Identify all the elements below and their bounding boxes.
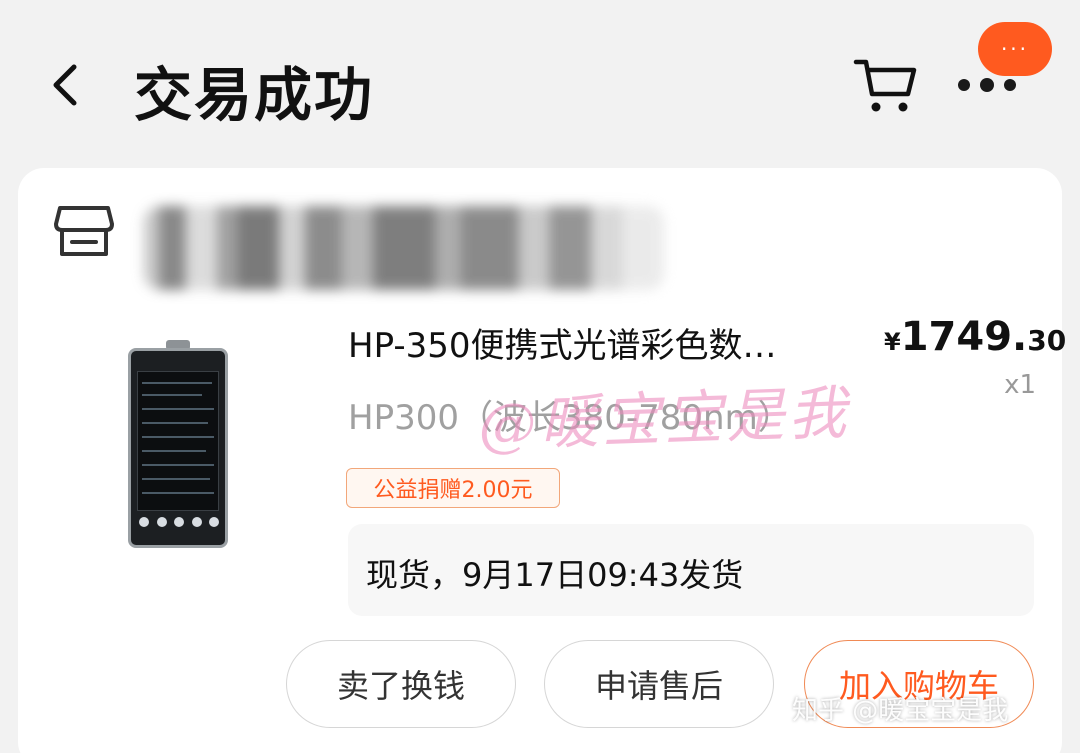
product-quantity: x1 (1004, 370, 1036, 400)
after-sale-button[interactable]: 申请售后 (544, 640, 774, 728)
product-price: ¥1749.30 (884, 314, 1067, 360)
shipping-note: 现货，9月17日09:43发货 (366, 556, 744, 594)
cart-icon (853, 59, 917, 112)
sell-button[interactable]: 卖了换钱 (286, 640, 516, 728)
back-button[interactable] (40, 60, 90, 110)
product-image[interactable] (128, 340, 228, 548)
order-card: HP-350便携式光谱彩色数… ¥1749.30 x1 HP300（波长380-… (18, 168, 1067, 753)
page-title: 交易成功 (134, 61, 375, 129)
chevron-left-icon (53, 64, 77, 106)
cart-button[interactable] (852, 54, 918, 116)
watermark-corner: 知乎 @暖宝宝是我 (792, 696, 1009, 726)
store-name-blurred (144, 206, 664, 290)
shipping-info: 现货，9月17日09:43发货 (348, 524, 1034, 616)
product-title[interactable]: HP-350便携式光谱彩色数… (348, 318, 858, 367)
watermark-center: @暖宝宝是我 (477, 378, 852, 460)
charity-badge: 公益捐赠2.00元 (346, 468, 560, 508)
message-bubble-button[interactable]: ··· (978, 22, 1052, 76)
store-icon (54, 206, 114, 256)
store-header[interactable] (54, 204, 754, 290)
top-bar: 交易成功 ··· (0, 0, 1080, 165)
